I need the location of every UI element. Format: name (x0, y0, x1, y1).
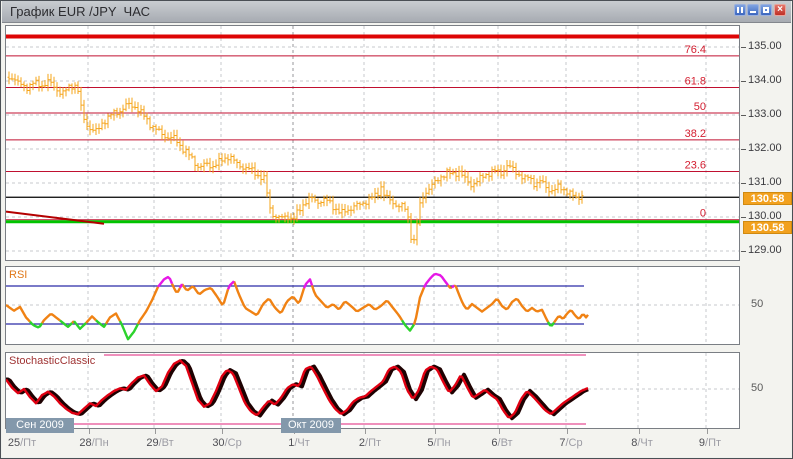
price-tick (741, 47, 746, 48)
fib-level-label: 76.4 (685, 44, 706, 56)
rsi-canvas[interactable] (6, 267, 739, 344)
stochastic-canvas[interactable] (6, 353, 739, 428)
minimize-icon (750, 11, 756, 13)
time-tick (89, 429, 90, 434)
price-tick-label: 129.00 (748, 244, 782, 256)
date-weekday: /Пт (20, 437, 36, 449)
stoch-signal-line (6, 361, 588, 418)
chart-window: График EUR /JPY ЧАС × 76.4 61.8 50 38.2 23.6… (0, 0, 793, 459)
fib-level-label: 61.8 (685, 75, 706, 87)
rsi-line (6, 281, 588, 324)
date-label: 29/Вт (146, 437, 173, 449)
date-day-number: 25 (8, 437, 20, 449)
price-tick-label: 133.00 (748, 108, 782, 120)
price-tick-label: 135.00 (748, 40, 782, 52)
maximize-button[interactable] (760, 4, 772, 16)
date-weekday: /Ср (566, 437, 583, 449)
price-tick (741, 115, 746, 116)
date-weekday: /Вт (159, 437, 174, 449)
fib-level-label: 50 (694, 101, 706, 113)
stoch-axis-label: 50 (751, 382, 763, 394)
date-weekday: /Пн (434, 437, 451, 449)
close-icon: × (775, 5, 785, 15)
price-tick (741, 183, 746, 184)
date-label: 1/Чт (288, 437, 310, 449)
price-tick (741, 81, 746, 82)
fib-level-label: 23.6 (685, 159, 706, 171)
stochastic-pane[interactable]: StochasticClassic (5, 352, 740, 429)
date-day-number: 28 (79, 437, 91, 449)
price-tick (741, 217, 746, 218)
price-tick-label: 132.00 (748, 142, 782, 154)
date-label: 28/Пн (79, 437, 108, 449)
price-tag: 130.58 (743, 192, 792, 205)
time-tick (707, 429, 708, 434)
price-chart-canvas[interactable]: 76.4 61.8 50 38.2 23.6 0 (6, 26, 739, 260)
time-tick (222, 429, 223, 434)
time-tick (155, 429, 156, 434)
date-label: 9/Пт (699, 437, 721, 449)
time-axis[interactable]: 25/Пт 28/Пн 29/Вт 30/Ср 1/Чт 2/Пт 5/Пн 6/Вт 7/Ср… (2, 427, 741, 457)
fib-level-label: 38.2 (685, 128, 706, 140)
date-day-number: 29 (146, 437, 158, 449)
price-tick (741, 149, 746, 150)
price-axis[interactable]: 135.00 134.00 133.00 132.00 131.00 130.00 129.… (741, 23, 793, 457)
time-tick (567, 429, 568, 434)
price-tick-label: 131.00 (748, 176, 782, 188)
rsi-axis-label: 50 (751, 298, 763, 310)
date-weekday: /Ср (225, 437, 242, 449)
maximize-icon (763, 7, 769, 13)
date-label: 6/Вт (491, 437, 512, 449)
time-tick (499, 429, 500, 434)
price-tick (741, 251, 746, 252)
date-label: 8/Чт (631, 437, 653, 449)
date-weekday: /Пт (365, 437, 381, 449)
price-chart-pane[interactable]: 76.4 61.8 50 38.2 23.6 0 (5, 25, 740, 261)
chart-client-area: 76.4 61.8 50 38.2 23.6 0 RSI StochasticClassi… (2, 23, 791, 457)
date-label: 5/Пн (427, 437, 450, 449)
date-weekday: /Чт (294, 437, 309, 449)
pin-icon (737, 7, 743, 13)
date-label: 7/Ср (559, 437, 582, 449)
date-weekday: /Вт (498, 437, 513, 449)
rsi-pane[interactable]: RSI (5, 266, 740, 345)
price-tick-label: 134.00 (748, 74, 782, 86)
price-tag: 130.58 (743, 221, 792, 234)
date-label: 30/Ср (212, 437, 241, 449)
month-badge: Сен 2009 (6, 418, 74, 433)
date-weekday: /Пн (92, 437, 109, 449)
price-tick-label: 130.00 (748, 210, 782, 222)
date-weekday: /Чт (637, 437, 652, 449)
date-label: 2/Пт (359, 437, 381, 449)
date-weekday: /Пт (705, 437, 721, 449)
time-tick (639, 429, 640, 434)
window-title: График EUR /JPY ЧАС (10, 4, 150, 19)
rsi-line-oversold (30, 320, 554, 339)
close-button[interactable]: × (774, 4, 786, 16)
time-tick (365, 429, 366, 434)
time-tick (435, 429, 436, 434)
month-badge: Окт 2009 (281, 418, 341, 433)
rsi-line-overbought (158, 274, 454, 289)
pin-button[interactable] (734, 4, 746, 16)
date-label: 25/Пт (8, 437, 36, 449)
fib-level-label: 0 (700, 208, 706, 220)
stochastic-label: StochasticClassic (9, 355, 95, 367)
date-day-number: 30 (212, 437, 224, 449)
rsi-label: RSI (9, 269, 27, 281)
window-titlebar[interactable]: График EUR /JPY ЧАС × (2, 1, 791, 23)
minimize-button[interactable] (747, 4, 759, 16)
